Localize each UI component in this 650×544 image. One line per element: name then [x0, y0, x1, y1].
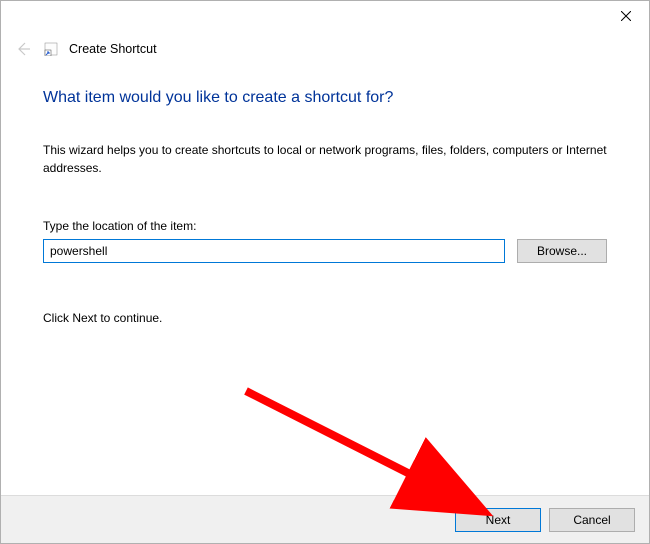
dialog-footer: Next Cancel [1, 495, 649, 543]
shortcut-icon [43, 41, 59, 57]
next-button[interactable]: Next [455, 508, 541, 532]
continue-text: Click Next to continue. [43, 311, 607, 325]
location-input[interactable] [43, 239, 505, 263]
titlebar [1, 1, 649, 33]
dialog-description: This wizard helps you to create shortcut… [43, 141, 607, 177]
location-label: Type the location of the item: [43, 219, 607, 233]
back-arrow-icon [15, 41, 31, 57]
dialog-title: Create Shortcut [69, 42, 157, 56]
close-button[interactable] [603, 1, 649, 31]
dialog-heading: What item would you like to create a sho… [43, 89, 607, 107]
location-row: Browse... [43, 239, 607, 263]
dialog-content: What item would you like to create a sho… [1, 59, 649, 325]
header-row: Create Shortcut [1, 33, 649, 59]
close-icon [621, 11, 631, 21]
browse-button[interactable]: Browse... [517, 239, 607, 263]
create-shortcut-dialog: Create Shortcut What item would you like… [0, 0, 650, 544]
back-button [13, 39, 33, 59]
cancel-button[interactable]: Cancel [549, 508, 635, 532]
